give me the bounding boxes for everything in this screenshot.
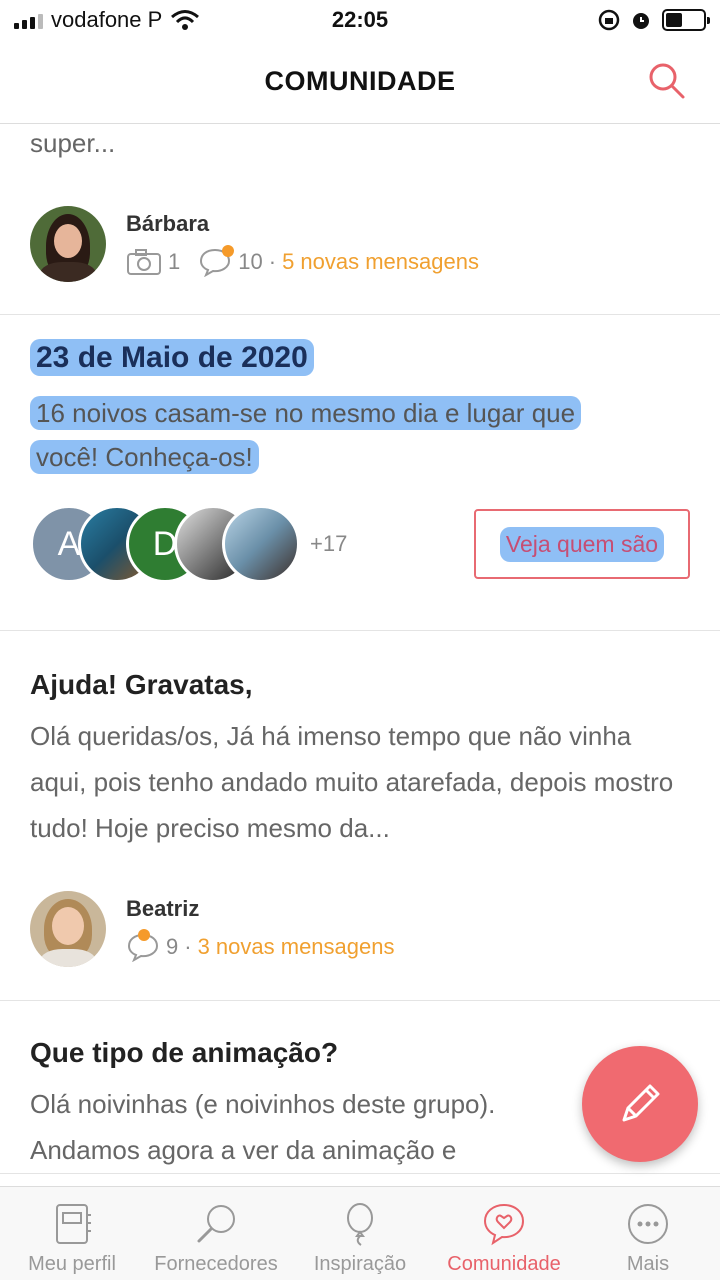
- tab-inspiracao[interactable]: Inspiração: [288, 1187, 432, 1280]
- signal-icon: [14, 11, 43, 29]
- bottom-tab-bar: Meu perfil Fornecedores Inspiração Comun…: [0, 1186, 720, 1280]
- avatar[interactable]: [222, 505, 300, 583]
- new-messages-label[interactable]: 5 novas mensagens: [282, 249, 479, 275]
- author-name[interactable]: Bárbara: [126, 211, 479, 237]
- battery-icon: [662, 9, 710, 31]
- post-meta: 9 · 3 novas mensagens: [126, 929, 395, 963]
- notebook-icon: [56, 1204, 91, 1244]
- post-card[interactable]: super... Bárbara 1 10 · 5 novas mensagen…: [0, 124, 720, 315]
- post-title[interactable]: Ajuda! Gravatas,: [30, 669, 690, 701]
- carrier-name: vodafone P: [51, 7, 163, 32]
- description-line-1: 16 noivos casam-se no mesmo dia e lugar …: [30, 396, 582, 430]
- pencil-icon: [622, 1084, 660, 1122]
- rotation-lock-icon: [598, 9, 620, 31]
- tab-label: Fornecedores: [154, 1253, 278, 1275]
- see-who-button[interactable]: Veja quem são: [474, 509, 690, 579]
- top-bar: COMUNIDADE: [0, 40, 720, 124]
- meta-separator: ·: [184, 934, 192, 959]
- post-meta: 1 10 · 5 novas mensagens: [126, 245, 479, 278]
- post-excerpt: Olá queridas/os, Já há imenso tempo que …: [30, 721, 674, 843]
- comment-bubble-icon: [198, 245, 235, 278]
- comment-bubble-icon: [126, 929, 160, 963]
- balloon-icon: [347, 1203, 373, 1246]
- status-bar: vodafone P 22:05: [0, 0, 720, 40]
- new-messages-label[interactable]: 3 novas mensagens: [198, 934, 395, 960]
- wedding-date-title: 23 de Maio de 2020: [30, 339, 690, 376]
- tab-fornecedores[interactable]: Fornecedores: [144, 1187, 288, 1280]
- comment-count: 9: [166, 934, 179, 959]
- extra-couples-count: +17: [310, 531, 348, 556]
- wedding-date-description: 16 noivos casam-se no mesmo dia e lugar …: [30, 391, 690, 479]
- post-title[interactable]: Que tipo de animação?: [30, 1037, 570, 1069]
- page-title: COMUNIDADE: [264, 66, 456, 96]
- post-card[interactable]: Ajuda! Gravatas, Olá queridas/os, Já há …: [0, 631, 720, 1001]
- avatar[interactable]: [30, 891, 106, 967]
- post-excerpt-truncated: super...: [30, 128, 116, 158]
- tab-label: Comunidade: [447, 1253, 561, 1275]
- alarm-icon: [633, 13, 649, 29]
- wifi-icon: [171, 10, 200, 30]
- post-excerpt: Olá noivinhas (e noivinhos deste grupo).…: [30, 1089, 496, 1165]
- comment-count: 10: [238, 249, 263, 274]
- tab-label: Mais: [626, 1253, 670, 1275]
- tab-label: Inspiração: [313, 1253, 407, 1275]
- post-author[interactable]: Bárbara 1 10 · 5 novas mensagens: [30, 206, 690, 282]
- new-post-button[interactable]: [582, 1046, 698, 1162]
- wedding-date-card: 23 de Maio de 2020 16 noivos casam-se no…: [0, 315, 720, 631]
- tab-mais[interactable]: Mais: [576, 1187, 720, 1280]
- tab-meu-perfil[interactable]: Meu perfil: [0, 1187, 144, 1280]
- couples-avatars[interactable]: A D +17 Veja quem são: [30, 505, 690, 583]
- magnifier-icon: [197, 1205, 235, 1243]
- author-name[interactable]: Beatriz: [126, 896, 394, 922]
- community-feed[interactable]: super... Bárbara 1 10 · 5 novas mensagen…: [0, 124, 720, 1186]
- more-icon: [628, 1204, 668, 1244]
- tab-comunidade[interactable]: Comunidade: [432, 1187, 576, 1280]
- post-author[interactable]: Beatriz 9 · 3 novas mensagens: [30, 891, 690, 967]
- heart-bubble-icon: [483, 1203, 525, 1246]
- camera-icon: [127, 249, 161, 275]
- photo-count: 1: [168, 249, 181, 274]
- description-line-2: você! Conheça-os!: [30, 440, 259, 474]
- tab-label: Meu perfil: [28, 1253, 116, 1275]
- avatar[interactable]: [30, 206, 106, 282]
- meta-separator: ·: [268, 249, 277, 274]
- search-icon[interactable]: [646, 60, 686, 100]
